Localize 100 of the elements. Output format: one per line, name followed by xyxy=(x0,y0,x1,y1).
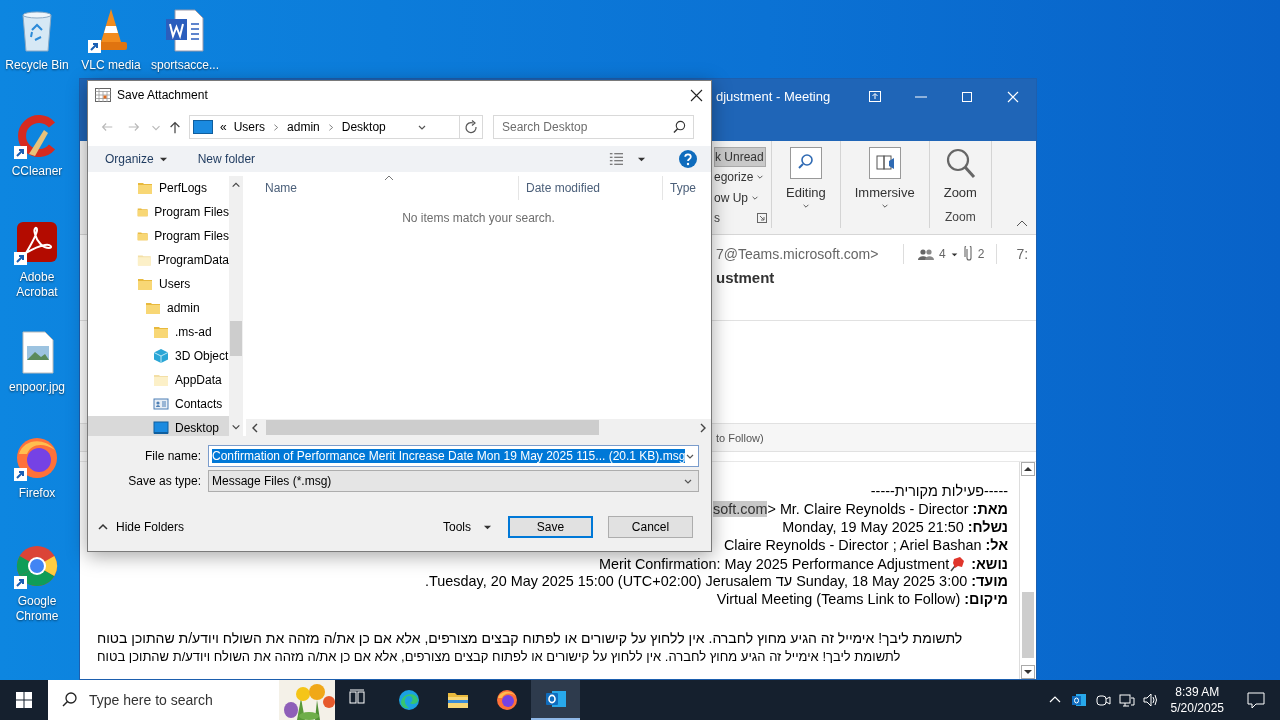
folder-icon xyxy=(137,276,153,292)
paperclip-icon[interactable] xyxy=(962,246,973,262)
clock[interactable]: 8:39 AM 5/20/2025 xyxy=(1162,684,1232,716)
chevron-icon xyxy=(756,173,765,182)
column-header[interactable]: Type xyxy=(663,176,711,200)
new-folder-button[interactable]: New folder xyxy=(197,147,256,171)
contacts-icon xyxy=(153,396,169,412)
file-type-dropdown[interactable]: Message Files (*.msg) xyxy=(208,470,699,492)
folder-icon xyxy=(153,372,169,388)
scroll-down-icon[interactable] xyxy=(231,422,241,432)
group-label: s xyxy=(714,210,720,225)
organize-button[interactable]: Organize xyxy=(105,147,168,171)
windows-icon xyxy=(16,692,32,708)
refresh-icon[interactable] xyxy=(464,120,478,134)
mail-icon[interactable] xyxy=(1070,692,1087,708)
close-icon xyxy=(1006,90,1020,104)
scrollbar-thumb[interactable] xyxy=(230,321,242,356)
ribbon-item[interactable]: k Unread xyxy=(714,147,766,168)
tree-item[interactable]: ProgramData xyxy=(88,248,229,272)
browser-icon xyxy=(396,688,421,712)
calendar-icon xyxy=(95,87,111,103)
path-overflow[interactable]: « xyxy=(220,120,227,134)
group-label: Zoom xyxy=(944,209,976,226)
icon-label: Recycle Bin xyxy=(5,58,69,73)
close-icon xyxy=(689,88,703,102)
tree-item[interactable]: admin xyxy=(88,296,229,320)
chevron-icon xyxy=(98,523,108,531)
camera-icon[interactable] xyxy=(1094,692,1111,708)
tree-item[interactable]: Contacts xyxy=(88,392,229,416)
scroll-left-icon[interactable] xyxy=(250,421,260,434)
help-icon[interactable] xyxy=(679,150,697,168)
scroll-down-icon[interactable] xyxy=(1021,665,1035,679)
warning-text: לתשומת ליבך! אימייל זה הגיע מחוץ לחברה. אין ללחוץ על קישורים או לפתוח קבצים מצורפים, אלא אם כן את/ה מזהה את השולח ויודע/ת שהתוכן בטוח xyxy=(96,648,902,666)
icon-label: enpoor.jpg xyxy=(8,380,66,395)
tools-button[interactable]: Tools xyxy=(437,520,498,534)
ribbon-button[interactable]: Zoom xyxy=(939,147,981,200)
tree-item[interactable]: AppData xyxy=(88,368,229,392)
browser-icon xyxy=(494,688,519,712)
path-segment[interactable]: admin xyxy=(287,120,320,134)
scroll-up-icon[interactable] xyxy=(1021,462,1035,476)
search-bar[interactable]: Type here to search xyxy=(48,680,335,720)
tree-item[interactable]: Desktop xyxy=(88,416,229,436)
tree-item[interactable]: Users xyxy=(88,272,229,296)
column-header[interactable]: Date modified xyxy=(519,176,663,200)
volume-icon[interactable] xyxy=(1142,692,1159,708)
attachment-count[interactable]: 2 xyxy=(977,247,985,261)
cancel-button[interactable]: Cancel xyxy=(608,516,693,538)
tree-item[interactable]: PerfLogs xyxy=(88,176,229,200)
ribbon-item[interactable]: ow Up xyxy=(714,187,771,208)
column-header[interactable]: Name xyxy=(246,176,519,200)
window-title: djustment - Meeting xyxy=(716,88,831,106)
chevron-icon xyxy=(880,202,889,210)
reader-icon xyxy=(868,147,901,179)
network-icon[interactable] xyxy=(1118,692,1135,708)
search-field[interactable]: Search Desktop xyxy=(493,115,694,139)
scrollbar-thumb[interactable] xyxy=(266,420,599,435)
tree-item[interactable]: Program Files xyxy=(88,200,229,224)
sent-time: 7: xyxy=(1016,246,1029,262)
separator-text: -----פעילות מקורית----- xyxy=(870,482,1008,500)
mail-button[interactable] xyxy=(531,680,580,720)
collapse-ribbon-icon[interactable] xyxy=(1016,219,1028,228)
save-button[interactable]: Save xyxy=(508,516,593,538)
file-name-field[interactable]: Confirmation of Performance Merit Increase Date Mon 19 May 2025 115... (20.1 KB).msg xyxy=(208,445,699,467)
scrollbar-thumb[interactable] xyxy=(1022,592,1034,658)
ribbon-item[interactable]: egorize xyxy=(714,167,771,188)
icon-label: sportsacce... xyxy=(151,58,219,73)
desktop-icon xyxy=(193,120,213,134)
dialog-launcher-icon[interactable] xyxy=(757,212,767,223)
path-segment[interactable]: Desktop xyxy=(341,120,386,134)
folder-icon xyxy=(145,300,161,316)
search-icon xyxy=(673,120,686,133)
scroll-right-icon[interactable] xyxy=(698,421,708,434)
people-icon[interactable] xyxy=(918,248,934,260)
tree-item[interactable]: .ms-ad xyxy=(88,320,229,344)
search-icon xyxy=(789,147,822,179)
magnifier-icon xyxy=(944,147,977,179)
list-view-icon xyxy=(608,152,624,166)
tree-item[interactable]: 3D Object xyxy=(88,344,229,368)
address-bar[interactable]: « Users admin Desktop xyxy=(189,115,483,139)
email-link[interactable]: soft.com xyxy=(713,501,768,517)
folder-icon xyxy=(153,324,169,340)
notifications-icon[interactable] xyxy=(1247,691,1265,709)
hide-folders-button[interactable]: Hide Folders xyxy=(98,520,185,534)
warning-text: לתשומת ליבך! אימייל זה הגיע מחוץ לחברה. אין ללחוץ על קישורים או לפתוח קבצים מצורפים, אלא אם כן את/ה מזהה את השולח ויודע/ת שהתוכן בטוח xyxy=(96,629,964,648)
header-line: מועד: Sunday, 18 May 2025 3:00 עד Tuesday, 20 May 2025 15:00 (UTC+02:00) Jerusalem. xyxy=(425,572,1008,590)
tree-item[interactable]: Program Files xyxy=(88,224,229,248)
ribbon-button[interactable]: Immersive xyxy=(850,147,919,210)
people-count[interactable]: 4 xyxy=(939,247,946,261)
location-text: to Follow) xyxy=(716,431,764,444)
up-icon[interactable] xyxy=(168,120,182,134)
icon-label: Google Chrome xyxy=(14,594,60,624)
path-segment[interactable]: Users xyxy=(233,120,266,134)
scroll-up-icon[interactable] xyxy=(231,180,241,190)
caret-icon xyxy=(158,155,168,163)
ribbon-button[interactable]: Editing xyxy=(782,147,830,210)
empty-message: No items match your search. xyxy=(401,211,556,225)
sort-caret-icon xyxy=(384,175,394,181)
message-subject: ustment xyxy=(716,269,776,286)
maximize-icon xyxy=(960,90,974,104)
ribbon-display-icon xyxy=(868,90,882,104)
